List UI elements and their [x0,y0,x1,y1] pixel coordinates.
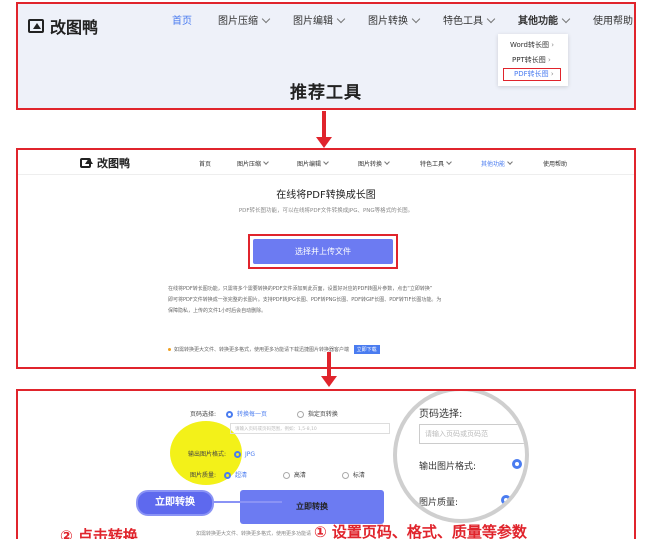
quality-label: 图片质量: [190,472,217,479]
convert-callout: 立即转换 [136,490,214,516]
upload-file-button[interactable]: 选择并上传文件 [253,239,393,264]
chevron-down-icon [263,159,269,165]
radio-selected-icon [225,411,233,418]
page-opt-every[interactable]: 转换每一页 [225,411,267,418]
page-subtitle: PDF转长图功能，可以在线将PDF文件转换成JPG、PNG等格式的长图。 [238,208,414,214]
chevron-down-icon [411,14,421,23]
upload-button-highlight: 选择并上传文件 [248,234,398,269]
page-opt-specific[interactable]: 指定页转换 [296,411,338,418]
nav-other[interactable]: 其他功能 [518,12,571,27]
step1-caption: ① 设置页码、格式、质量等参数 [314,523,527,539]
chevron-down-icon [384,159,390,165]
nav-help[interactable]: 使用帮助 [593,12,633,27]
quality-opt-high[interactable]: 高清 [282,472,306,479]
nav-convert[interactable]: 图片转换 [358,159,390,168]
client-note: 如需转换更大文件、转换更多格式，使用更多功能请 [196,531,312,537]
quality-opt-standard[interactable]: 标清 [341,472,365,479]
page-range-input[interactable]: 请输入页码或页码范围，例如：1,5-8,10 [230,423,390,434]
radio-selected-icon [233,451,241,458]
convert-now-button[interactable]: 立即转换 [240,490,384,524]
zoom-format-label: 输出图片格式: [419,462,477,472]
brand-name: 改图鸭 [50,18,99,37]
zoom-format-radio [512,459,522,469]
step2-caption: ② 点击转换 [60,527,138,539]
desc-line: 在线将PDF转长图功能，只需将多个需要转换的PDF文件添加到此页面，设置好对应的… [168,286,433,292]
quality-row: 图片质量: 超清 高清 标清 [190,470,365,479]
zoom-magnifier: 页码选择: 请输入页码或页码范 输出图片格式: 图片质量: [393,391,529,523]
panel-heading: 推荐工具 [290,83,362,103]
nav-features[interactable]: 特色工具 [443,12,496,27]
zoom-quality-label: 图片质量: [419,498,459,508]
zoom-page-label: 页码选择: [419,409,463,420]
callout-pointer [206,501,282,503]
client-note: 如需转换更大文件、转换更多格式，使用更多功能请下载迅捷图片转换器客户端 立即下载 [168,345,380,354]
radio-icon [341,472,349,479]
nav-compress[interactable]: 图片压缩 [218,12,271,27]
note-dot-icon [168,348,171,351]
brand-name: 改图鸭 [97,157,130,170]
desc-line: 保障隐私，上传的文件1小时后会自动删除。 [168,308,267,314]
brand-logo[interactable]: 改图鸭 [28,14,98,38]
chevron-down-icon [446,159,452,165]
nav-home[interactable]: 首页 [172,12,192,27]
nav-edit[interactable]: 图片编辑 [297,159,329,168]
image-logo-icon [28,19,44,33]
nav-home[interactable]: 首页 [199,159,211,168]
radio-selected-icon [223,472,231,479]
format-row: 输出图片格式: JPG [188,449,255,458]
recommend-tools-panel: 改图鸭 首页 图片压缩 图片编辑 图片转换 特色工具 其他功能 使用帮助 Wor… [16,2,636,110]
nav-compress[interactable]: 图片压缩 [237,159,269,168]
format-opt-jpg[interactable]: JPG [233,451,255,458]
nav-help[interactable]: 使用帮助 [543,159,567,168]
conversion-settings-panel: 页码选择: 转换每一页 指定页转换 请输入页码或页码范围，例如：1,5-8,10… [16,389,636,539]
nav-divider [18,174,634,175]
dropdown-item-ppt[interactable]: PPT转长图 › [512,55,551,65]
format-label: 输出图片格式: [188,451,227,458]
down-arrow-1 [316,111,332,148]
tool-description: 在线将PDF转长图功能，只需将多个需要转换的PDF文件添加到此页面，设置好对应的… [168,284,441,317]
down-arrow-2 [321,352,337,387]
desc-line: 即可将PDF文件转换成一张完整的长图片。支持PDF转JPG长图、PDF转PNG长… [168,297,442,303]
page-title: 在线将PDF转换成长图 [276,190,376,201]
page-select-label: 页码选择: [190,411,217,418]
nav-other[interactable]: 其他功能 [481,159,513,168]
chevron-down-icon [336,14,346,23]
nav-edit[interactable]: 图片编辑 [293,12,346,27]
zoom-page-input: 请输入页码或页码范 [419,424,525,444]
radio-icon [296,411,304,418]
radio-icon [282,472,290,479]
chevron-down-icon [261,14,271,23]
zoom-quality-radio [501,495,511,505]
chevron-down-icon [561,14,571,23]
chevron-down-icon [323,159,329,165]
page-select-row: 页码选择: 转换每一页 指定页转换 [190,409,338,418]
pdf-to-longimage-page-panel: 改图鸭 首页 图片压缩 图片编辑 图片转换 特色工具 其他功能 使用帮助 在线将… [16,148,636,369]
download-button[interactable]: 立即下载 [353,345,380,354]
chevron-down-icon [486,14,496,23]
nav-convert[interactable]: 图片转换 [368,12,421,27]
chevron-down-icon [507,159,513,165]
brand-logo[interactable]: 改图鸭 [80,155,130,171]
nav-features[interactable]: 特色工具 [420,159,452,168]
quality-opt-ultra[interactable]: 超清 [223,472,247,479]
dropdown-item-word[interactable]: Word转长图 › [510,40,554,50]
image-logo-icon [80,158,93,168]
